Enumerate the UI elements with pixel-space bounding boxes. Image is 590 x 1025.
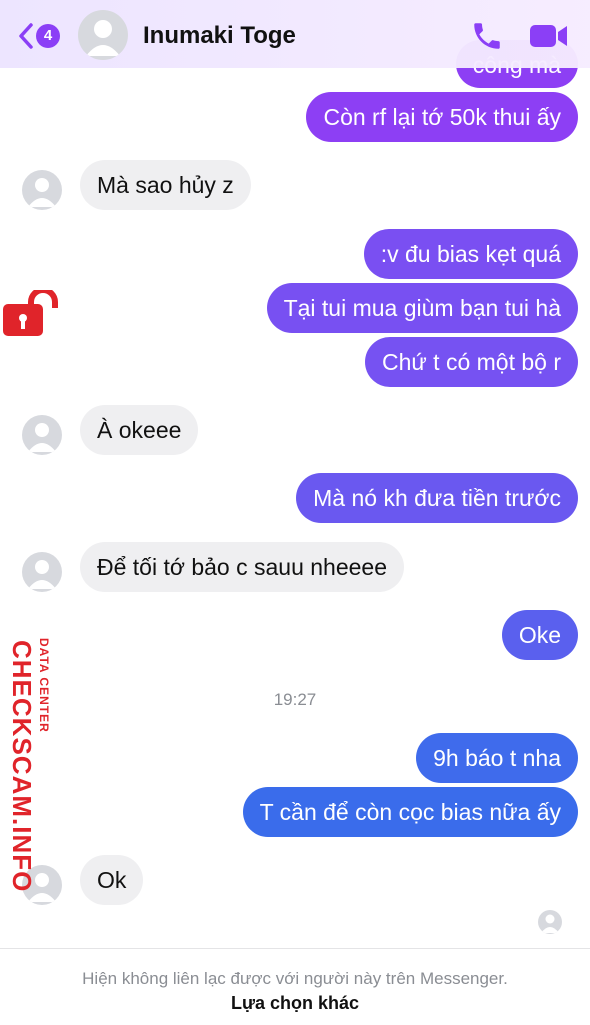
unread-count-badge: 4 <box>36 24 60 48</box>
default-avatar-icon <box>541 914 559 933</box>
outgoing-message[interactable]: Tại tui mua giùm bạn tui hà <box>266 283 578 333</box>
default-avatar-icon <box>28 178 56 207</box>
message-timestamp: 19:27 <box>273 690 317 709</box>
incoming-message[interactable]: À okeee <box>80 405 199 455</box>
unavailable-notice: Hiện không liên lạc được với người này t… <box>82 969 508 988</box>
chat-header: 4 Inumaki Toge <box>0 0 590 68</box>
voice-call-button[interactable] <box>470 19 504 58</box>
default-avatar-icon <box>86 20 120 56</box>
phone-icon <box>474 23 500 49</box>
chevron-left-icon <box>19 23 33 49</box>
lock-icon <box>3 290 58 336</box>
video-call-button[interactable] <box>529 22 569 55</box>
incoming-message[interactable]: Mà sao hủy z <box>80 160 251 210</box>
outgoing-message[interactable]: Chứ t có một bộ r <box>364 337 578 387</box>
contact-avatar[interactable] <box>78 10 128 60</box>
outgoing-message[interactable]: Mà nó kh đưa tiền trước <box>296 473 578 523</box>
watermark-subtitle: DATA CENTER <box>37 638 51 733</box>
watermark-brand: CHECKSCAM.INFO <box>7 640 37 893</box>
seen-indicator-avatar <box>538 910 562 934</box>
incoming-message[interactable]: Để tối tớ bảo c sauu nheeee <box>80 542 405 592</box>
outgoing-message[interactable]: Còn rf lại tớ 50k thui ấy <box>306 92 578 142</box>
incoming-message[interactable]: Ok <box>80 855 144 905</box>
outgoing-message[interactable]: Oke <box>501 610 578 660</box>
watermark: CHECKSCAM.INFO DATA CENTER <box>3 290 63 892</box>
outgoing-message[interactable]: :v đu bias kẹt quá <box>363 229 578 279</box>
other-options-button[interactable]: Lựa chọn khác <box>0 993 590 1014</box>
contact-avatar-small[interactable] <box>22 170 62 210</box>
back-button[interactable]: 4 <box>18 22 60 50</box>
footer: Hiện không liên lạc được với người này t… <box>0 948 590 1025</box>
contact-name[interactable]: Inumaki Toge <box>143 22 296 50</box>
video-camera-icon <box>530 25 567 47</box>
outgoing-message[interactable]: 9h báo t nha <box>416 733 578 783</box>
outgoing-message[interactable]: T cần để còn cọc bias nữa ấy <box>242 787 578 837</box>
